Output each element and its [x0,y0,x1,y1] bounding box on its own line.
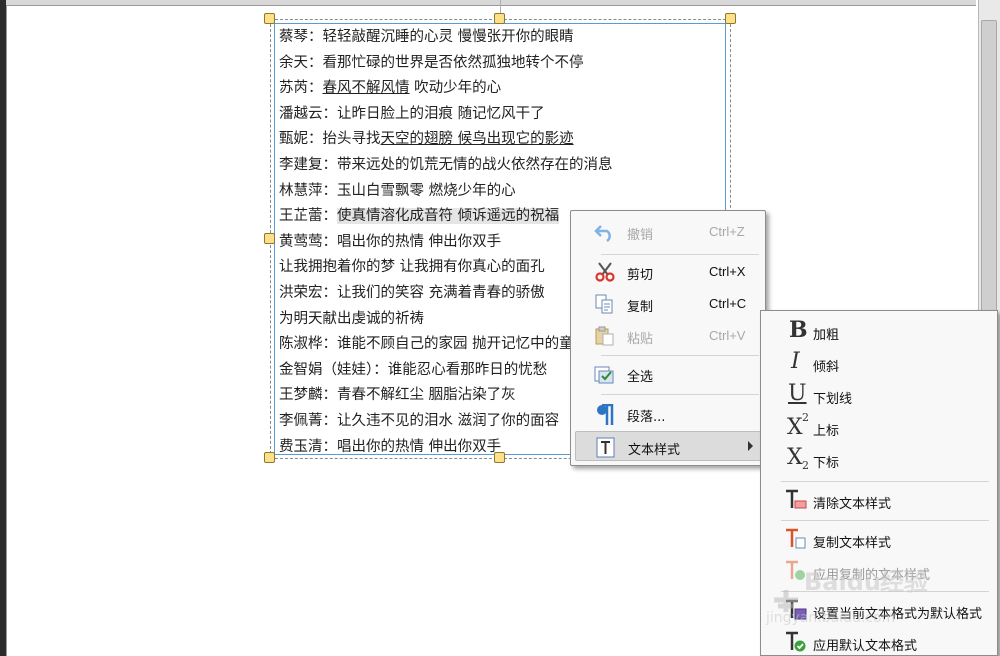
menu-separator [601,355,759,356]
text-line: 李建复：带来远处的饥荒无情的战火依然存在的消息 [279,153,719,179]
menu-separator [601,254,759,255]
subscript-icon: X 2 [787,445,809,472]
resize-handle-top[interactable] [494,13,505,24]
submenu-item-label: 加粗 [813,328,840,343]
copy-style-icon [783,527,809,551]
text-run: 李建复：带来远处的饥荒无情的战火依然存在的消息 [279,156,613,173]
submenu-item-label: 下划线 [813,392,853,407]
submenu-item-copy-style[interactable]: 复制文本样式 [765,524,995,554]
resize-handle-bottom-left[interactable] [264,452,275,463]
submenu-item-superscript[interactable]: X 2 上标 [765,411,995,442]
underline-icon: U [788,381,807,406]
menu-item-label: 剪切 [627,268,654,283]
submenu-item-label: 下标 [813,456,840,471]
text-run: 苏芮： [279,80,323,97]
text-run: 林慧萍：玉山白雪飘零 燃烧少年的心 [279,182,516,199]
submenu-item-underline[interactable]: U 下划线 [765,380,995,410]
text-run: 费玉清：唱出你的热情 伸出你双手 [279,438,502,455]
menu-item-shortcut: Ctrl+X [709,264,746,279]
submenu-item-bold[interactable]: B 加粗 [765,316,995,346]
text-run: 陈淑桦：谁能不顾自己的家园 抛开记忆中的童年 [279,336,589,353]
scissors-icon [593,262,617,282]
menu-item-label: 复制 [627,300,654,315]
text-run: 蔡琴：轻轻敲醒沉睡的心灵 慢慢张开你的眼睛 [279,29,574,45]
menu-item-label: 全选 [627,370,654,385]
context-menu[interactable]: 撤销 Ctrl+Z 剪切 Ctrl+X 复制 Ctrl+C 粘贴 Ctrl+V … [570,210,766,466]
menu-separator [601,394,759,395]
watermark-brand: Baidu [804,568,881,596]
text-run: 王梦麟：青春不解红尘 胭脂沾染了灰 [279,387,516,404]
text-line: 蔡琴：轻轻敲醒沉睡的心灵 慢慢张开你的眼睛 [279,25,719,51]
submenu-arrow-icon [748,441,753,451]
submenu-separator [781,481,989,482]
baidu-jingyan-watermark: Baidu 经验 jingyan.baidu.com [760,560,1000,656]
text-run: 余天：看那忙碌的世界是否依然孤独地转个不停 [279,54,584,71]
text-line: 余天：看那忙碌的世界是否依然孤独地转个不停 [279,51,719,77]
text-run: 黄莺莺：唱出你的热情 伸出你双手 [279,233,502,250]
pilcrow-icon [593,403,617,425]
copy-icon [593,294,617,314]
text-run: 王芷蕾： [279,208,337,225]
paste-icon [593,326,617,346]
paw-mark-icon [774,590,798,612]
menu-item-shortcut: Ctrl+C [709,296,747,311]
menu-item-label: 撤销 [627,228,654,243]
watermark-url: jingyan.baidu.com [765,610,895,626]
menu-item-text-style[interactable]: 文本样式 [575,431,761,461]
menu-item-paragraph[interactable]: 段落... [575,399,761,429]
menu-item-shortcut: Ctrl+Z [709,224,745,239]
text-line: 潘越云：让昨日脸上的泪痕 随记忆风干了 [279,102,719,128]
resize-handle-top-left[interactable] [264,13,275,24]
menu-item-label: 文本样式 [628,443,681,458]
menu-item-select-all[interactable]: 全选 [575,359,761,389]
text-run: 洪荣宏：让我们的笑容 充满着青春的骄傲 [279,284,545,301]
text-style-icon [594,437,618,458]
submenu-item-label: 上标 [813,424,840,439]
underlined-text: 春风不解风情 [322,80,410,97]
scrollbar-thumb[interactable] [981,20,997,320]
menu-item-cut[interactable]: 剪切 Ctrl+X [575,257,761,287]
top-ruler-strip [6,0,976,6]
menu-item-label: 段落... [627,410,666,425]
text-run: 甄妮：抬头寻找 [279,131,381,148]
menu-item-label: 粘贴 [627,332,654,347]
text-run: 让我拥抱着你的梦 让我拥有你真心的面孔 [279,259,545,276]
bold-icon: B [789,317,808,343]
menu-item-undo[interactable]: 撤销 Ctrl+Z [575,217,761,247]
text-run: 为明天献出虔诚的祈祷 [279,310,424,327]
italic-icon: I [791,349,800,374]
menu-item-shortcut: Ctrl+V [709,328,746,343]
submenu-item-clear-style[interactable]: 清除文本样式 [765,485,995,515]
undo-icon [593,222,617,243]
text-run: 潘越云：让昨日脸上的泪痕 随记忆风干了 [279,105,545,122]
submenu-item-label: 倾斜 [813,360,840,375]
selected-text: 使真情溶化成音符 倾诉遥远的祝福 [337,208,560,225]
text-line: 苏芮：春风不解风情 吹动少年的心 [279,76,719,102]
menu-item-copy[interactable]: 复制 Ctrl+C [575,289,761,319]
clear-style-icon [783,488,809,512]
underlined-text: 天空的翅膀 候鸟出现它的影迹 [380,131,574,148]
text-run: 吹动少年的心 [409,80,502,97]
text-line: 林慧萍：玉山白雪飘零 燃烧少年的心 [279,179,719,205]
resize-handle-left[interactable] [264,233,275,244]
text-run: 李佩菁：让久违不见的泪水 滋润了你的面容 [279,412,560,429]
menu-item-paste[interactable]: 粘贴 Ctrl+V [575,321,761,351]
superscript-icon: X 2 [787,411,809,440]
text-line: 甄妮：抬头寻找天空的翅膀 候鸟出现它的影迹 [279,127,719,153]
text-run: 金智娟（娃娃）：谁能忍心看那昨日的忧愁 [279,361,548,378]
submenu-item-label: 复制文本样式 [813,536,892,551]
submenu-item-subscript[interactable]: X 2 下标 [765,444,995,474]
submenu-separator [781,520,989,521]
resize-handle-top-right[interactable] [725,13,736,24]
submenu-item-italic[interactable]: I 倾斜 [765,348,995,378]
submenu-item-label: 清除文本样式 [813,497,892,512]
watermark-cn: 经验 [880,568,928,596]
select-all-icon [593,364,617,384]
